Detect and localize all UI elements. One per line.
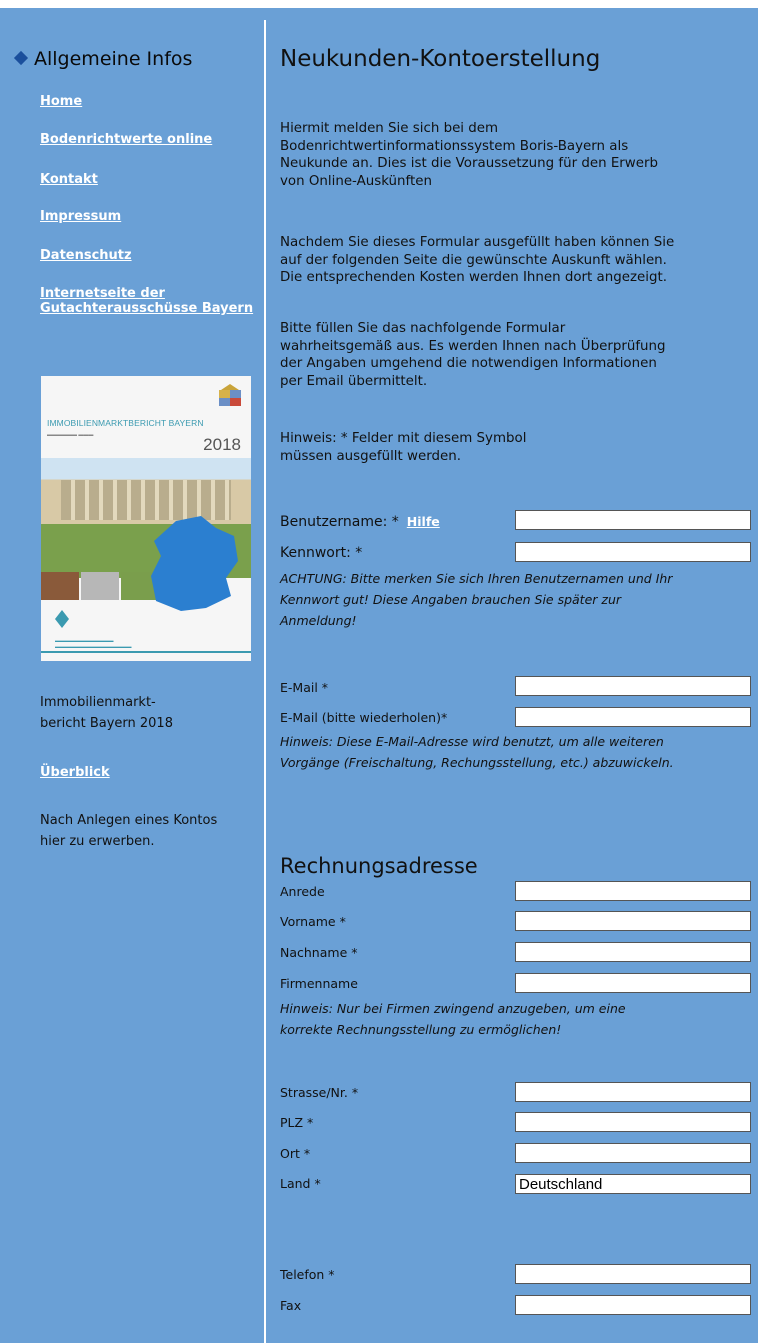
- nav-link-datenschutz[interactable]: Datenschutz: [40, 248, 132, 263]
- overview-link[interactable]: Überblick: [40, 765, 110, 780]
- nav-link-home[interactable]: Home: [40, 94, 82, 109]
- firmenname-label: Firmenname: [280, 976, 358, 991]
- land-field[interactable]: [515, 1174, 751, 1194]
- anrede-field[interactable]: [515, 881, 751, 901]
- page-background: Allgemeine Infos Home Bodenrichtwerte on…: [0, 8, 758, 1343]
- sidebar: Allgemeine Infos Home Bodenrichtwerte on…: [0, 8, 262, 1343]
- main-content: Neukunden-Kontoerstellung Hiermit melden…: [280, 8, 758, 1343]
- username-label: Benutzername: * Hilfe: [280, 514, 440, 530]
- report-caption: Immobilienmarkt- bericht Bayern 2018: [40, 695, 173, 731]
- password-field[interactable]: [515, 542, 751, 562]
- nav-link-gutachterausschuesse[interactable]: Internetseite der Gutachterausschüsse Ba…: [40, 286, 253, 316]
- password-label: Kennwort: *: [280, 545, 363, 561]
- telefon-label: Telefon *: [280, 1267, 335, 1282]
- email-note: Hinweis: Diese E-Mail-Adresse wird benut…: [280, 734, 674, 770]
- nav-link-impressum[interactable]: Impressum: [40, 209, 121, 224]
- vorname-label: Vorname *: [280, 914, 346, 929]
- strasse-field[interactable]: [515, 1082, 751, 1102]
- nav-link-bodenrichtwerte[interactable]: Bodenrichtwerte online: [40, 132, 212, 147]
- nachname-field[interactable]: [515, 942, 751, 962]
- page-title: Neukunden-Kontoerstellung: [280, 46, 601, 72]
- firmenname-field[interactable]: [515, 973, 751, 993]
- company-note: Hinweis: Nur bei Firmen zwingend anzugeb…: [280, 1001, 626, 1037]
- diamond-bullet-icon: [13, 50, 29, 66]
- instructions-paragraph: Nachdem Sie dieses Formular ausgefüllt h…: [280, 235, 675, 285]
- email-repeat-field[interactable]: [515, 707, 751, 727]
- ort-label: Ort *: [280, 1146, 311, 1161]
- column-divider: [264, 20, 266, 1343]
- plz-field[interactable]: [515, 1112, 751, 1132]
- nachname-label: Nachname *: [280, 945, 358, 960]
- password-warning: ACHTUNG: Bitte merken Sie sich Ihren Ben…: [280, 571, 673, 628]
- required-fields-hint: Hinweis: * Felder mit diesem Symbol müss…: [280, 431, 527, 464]
- logo-icon: [55, 610, 69, 628]
- land-label: Land *: [280, 1176, 321, 1191]
- strasse-label: Strasse/Nr. *: [280, 1085, 359, 1100]
- username-field[interactable]: [515, 510, 751, 530]
- email-field[interactable]: [515, 676, 751, 696]
- email-label: E-Mail *: [280, 680, 329, 695]
- sidebar-heading: Allgemeine Infos: [13, 48, 192, 70]
- plz-label: PLZ *: [280, 1115, 314, 1130]
- fax-label: Fax: [280, 1298, 302, 1313]
- cover-title: IMMOBILIENMARKTBERICHT BAYERN: [47, 418, 204, 428]
- cover-subtitle-lines: ▬▬▬▬▬▬ ▬▬▬: [47, 432, 94, 438]
- ort-field[interactable]: [515, 1143, 751, 1163]
- truthfulness-paragraph: Bitte füllen Sie das nachfolgende Formul…: [280, 321, 666, 389]
- telefon-field[interactable]: [515, 1264, 751, 1284]
- nav-link-kontakt[interactable]: Kontakt: [40, 172, 98, 187]
- bavaria-map-icon: [151, 516, 238, 611]
- report-cover-image[interactable]: IMMOBILIENMARKTBERICHT BAYERN ▬▬▬▬▬▬ ▬▬▬…: [41, 376, 251, 661]
- anrede-label: Anrede: [280, 884, 325, 899]
- fax-field[interactable]: [515, 1295, 751, 1315]
- vorname-field[interactable]: [515, 911, 751, 931]
- purchase-note: Nach Anlegen eines Kontos hier zu erwerb…: [40, 813, 218, 849]
- bavarian-crest-icon: [219, 384, 241, 406]
- cover-thumbnail-photos: [41, 572, 161, 600]
- cover-footer-text: ▬▬▬▬▬▬▬▬▬▬▬▬▬ ▬▬▬▬▬▬▬▬▬▬▬▬▬▬▬▬▬: [55, 638, 132, 649]
- help-link[interactable]: Hilfe: [407, 514, 440, 529]
- cover-year: 2018: [203, 435, 241, 454]
- intro-paragraph: Hiermit melden Sie sich bei dem Bodenric…: [280, 121, 658, 189]
- billing-section-title: Rechnungsadresse: [280, 854, 478, 878]
- email-repeat-label: E-Mail (bitte wiederholen)*: [280, 710, 448, 725]
